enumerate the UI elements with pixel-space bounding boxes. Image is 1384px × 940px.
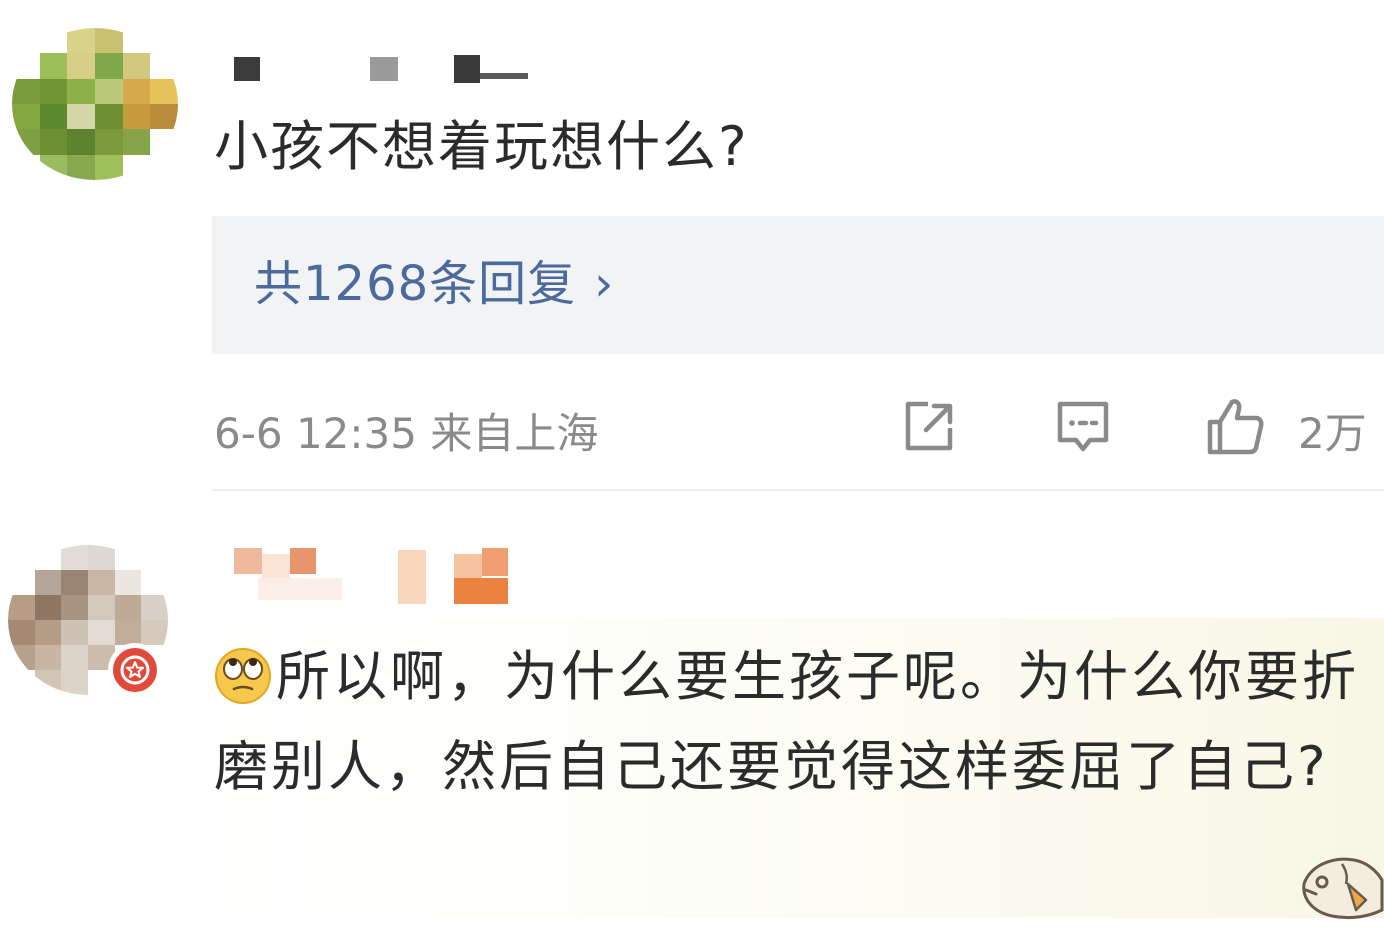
username-masked[interactable] <box>230 548 520 608</box>
comment-item: 小孩不想着玩想什么? 共1268条回复 › 6-6 12:35 来自上海 2万 <box>0 0 1384 495</box>
timestamp-location: 6-6 12:35 来自上海 <box>214 409 599 458</box>
comment-text: 所以啊，为什么要生孩子呢。为什么你要折磨别人，然后自己还要觉得这样委屈了自己? <box>214 632 1359 812</box>
rolling-eyes-emoji <box>215 648 271 704</box>
thumbs-up-icon[interactable] <box>1204 396 1266 458</box>
avatar[interactable] <box>12 28 178 180</box>
like-count: 2万 <box>1298 409 1367 458</box>
fish-sticker-icon <box>1302 857 1384 920</box>
replies-box[interactable]: 共1268条回复 › <box>212 216 1384 354</box>
star-icon <box>120 655 150 685</box>
comment-text: 小孩不想着玩想什么? <box>214 115 749 178</box>
view-replies-link[interactable]: 共1268条回复 › <box>254 254 614 314</box>
replies-count-label: 共1268条回复 <box>254 256 577 312</box>
share-icon[interactable] <box>898 396 960 458</box>
comment-body: 所以啊，为什么要生孩子呢。为什么你要折磨别人，然后自己还要觉得这样委屈了自己? <box>214 645 1359 798</box>
vip-star-badge <box>108 643 162 697</box>
username-masked[interactable] <box>230 55 540 95</box>
divider <box>212 489 1384 491</box>
comment-meta-row: 6-6 12:35 来自上海 2万 <box>214 396 1384 458</box>
comment-icon[interactable] <box>1052 396 1114 458</box>
chevron-right-icon: › <box>594 256 615 312</box>
